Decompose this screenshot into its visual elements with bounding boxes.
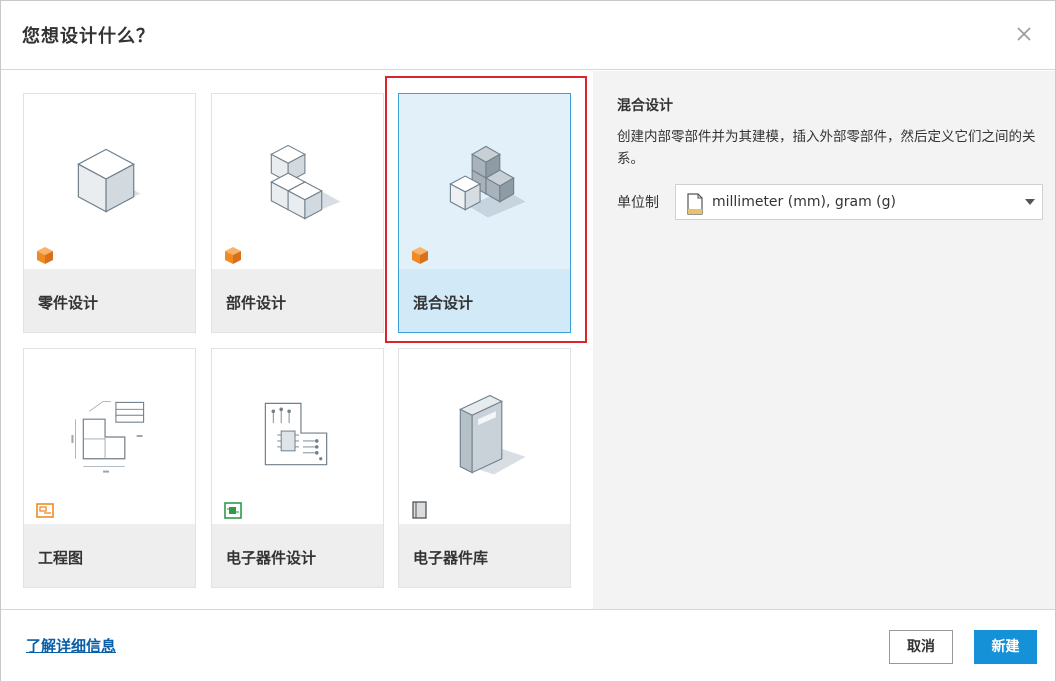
tile-label: 工程图	[38, 549, 84, 567]
cancel-button[interactable]: 取消	[889, 630, 953, 664]
circuit-board-icon	[264, 402, 328, 466]
dialog-footer: 了解详细信息 取消 新建	[1, 609, 1055, 681]
tile-label: 部件设计	[226, 294, 287, 312]
close-icon[interactable]	[1011, 21, 1037, 47]
create-button[interactable]: 新建	[974, 630, 1037, 664]
tile-assembly-design[interactable]: 部件设计	[211, 93, 384, 333]
details-title: 混合设计	[617, 98, 673, 114]
book-badge-icon	[412, 501, 427, 519]
unit-system-dropdown[interactable]: millimeter (mm), gram (g)	[675, 184, 1043, 220]
tile-label: 电子器件库	[413, 549, 489, 567]
document-icon	[687, 193, 703, 215]
unit-system-label: 单位制	[617, 195, 659, 211]
orange-cube-badge-icon	[225, 247, 241, 264]
tile-part-design[interactable]: 零件设计	[23, 93, 196, 333]
tile-hybrid-design[interactable]: 混合设计	[398, 93, 571, 333]
tile-electronics-library[interactable]: 电子器件库	[398, 348, 571, 588]
unit-system-value: millimeter (mm), gram (g)	[712, 194, 896, 210]
learn-more-link[interactable]: 了解详细信息	[26, 635, 116, 656]
chevron-down-icon	[1025, 199, 1035, 205]
stacked-cubes-icon	[270, 144, 341, 220]
orange-cube-badge-icon	[412, 247, 428, 264]
drawing-badge-icon	[36, 503, 54, 518]
drawing-icon	[71, 401, 145, 473]
mixed-cubes-icon	[449, 145, 526, 218]
tile-electronics-design[interactable]: 电子器件设计	[211, 348, 384, 588]
details-panel: 混合设计 创建内部零部件并为其建模，插入外部零部件，然后定义它们之间的关系。 单…	[593, 71, 1055, 609]
design-type-grid: 零件设计 部件设计 混合设计 工程图 电子器件设计 电子器件库	[1, 71, 593, 609]
tile-label: 零件设计	[38, 294, 99, 312]
dialog-header: 您想设计什么？	[1, 1, 1055, 70]
tile-drawing[interactable]: 工程图	[23, 348, 196, 588]
orange-cube-badge-icon	[37, 247, 53, 264]
electronics-badge-icon	[224, 502, 242, 519]
dialog-title: 您想设计什么？	[22, 26, 155, 47]
tile-label: 混合设计	[413, 294, 474, 312]
cube-icon	[77, 148, 141, 213]
tile-label: 电子器件设计	[226, 549, 317, 567]
library-book-icon	[459, 394, 526, 475]
new-design-dialog: 您想设计什么？ 零件设计 部件设计 混合设计 工程图 电子器件设计 电子器件库 …	[0, 0, 1056, 681]
details-description: 创建内部零部件并为其建模，插入外部零部件，然后定义它们之间的关系。	[617, 129, 1036, 167]
